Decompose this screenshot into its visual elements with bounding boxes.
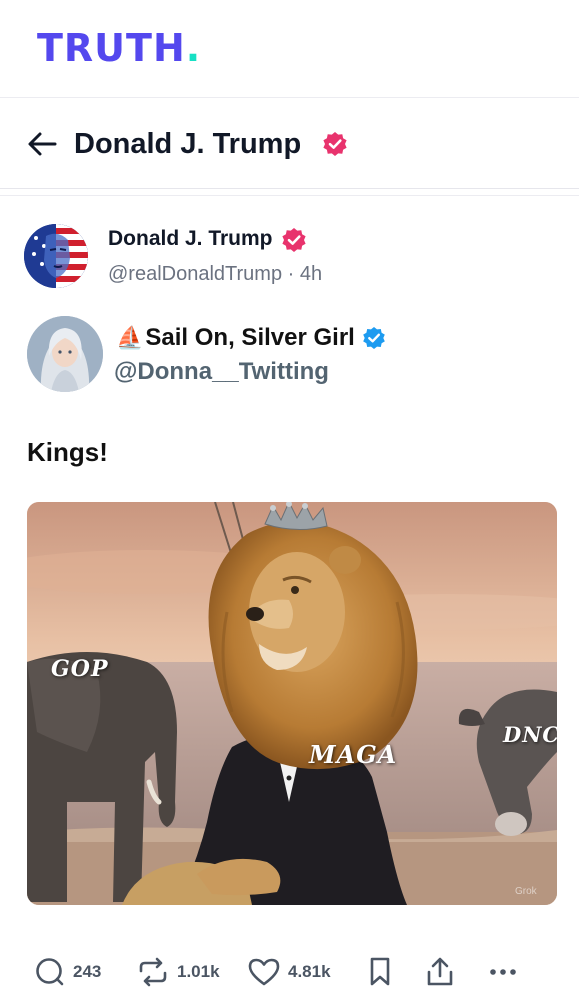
embedded-author-handle: @Donna__Twitting: [114, 358, 329, 385]
author-handle-line: @realDonaldTrump · 4h: [108, 261, 322, 287]
heart-icon: [248, 958, 280, 986]
embedded-author-name: Sail On, Silver Girl: [145, 324, 355, 351]
post-image[interactable]: Grok GOP MAGA DNC: [27, 502, 557, 905]
author-name[interactable]: Donald J. Trump: [108, 226, 273, 252]
author-handle[interactable]: @realDonaldTrump: [108, 263, 282, 285]
more-button[interactable]: [487, 948, 519, 996]
app-screen: TRUTH. Donald J. Trump Donald J. Trump @…: [0, 0, 579, 1000]
retruth-button[interactable]: 1.01k: [136, 948, 220, 996]
meme-label-dnc: DNC: [503, 722, 557, 747]
silver-girl-avatar-image: [27, 316, 103, 392]
post-text: Kings!: [27, 437, 108, 467]
meme-label-gop: GOP: [51, 656, 109, 682]
back-button[interactable]: [22, 127, 62, 161]
comment-icon: [36, 958, 64, 986]
flag-portrait-avatar-image: [24, 224, 88, 288]
reply-count: 243: [73, 962, 102, 981]
embedded-name-row: ⛵ Sail On, Silver Girl: [116, 323, 386, 353]
verified-badge-icon: [323, 132, 347, 156]
share-icon: [427, 957, 453, 986]
bookmark-button[interactable]: [366, 948, 394, 996]
retruth-icon: [139, 957, 167, 987]
meta-separator: ·: [287, 263, 295, 285]
like-count: 4.81k: [288, 962, 331, 981]
post-time[interactable]: 4h: [300, 263, 322, 285]
embedded-post-author: ⛵ Sail On, Silver Girl @Donna__Twitting: [0, 315, 579, 395]
arrow-left-icon: [28, 132, 57, 156]
bookmark-icon: [370, 957, 390, 986]
share-button[interactable]: [424, 948, 456, 996]
more-icon: [490, 969, 516, 975]
logo-dot: .: [185, 26, 202, 70]
action-bar: 243 1.01k 4.81k: [0, 948, 579, 996]
avatar[interactable]: [24, 224, 88, 288]
truth-logo[interactable]: TRUTH.: [37, 26, 201, 70]
verified-badge-icon: [282, 228, 306, 252]
header-divider: [0, 190, 579, 196]
like-button[interactable]: 4.81k: [247, 948, 331, 996]
meme-watermark: Grok: [515, 886, 538, 897]
embedded-avatar: [27, 316, 103, 392]
meme-label-maga: MAGA: [309, 740, 398, 769]
lion-meme-illustration: Grok: [27, 502, 557, 905]
reply-button[interactable]: 243: [34, 948, 101, 996]
profile-header: Donald J. Trump: [0, 99, 579, 189]
blue-check-badge-icon: [363, 327, 385, 349]
sailboat-emoji-icon: ⛵: [116, 325, 144, 350]
brand-bar: TRUTH.: [0, 0, 579, 98]
page-title: Donald J. Trump: [74, 128, 302, 160]
logo-text: TRUTH: [37, 26, 186, 70]
retruth-count: 1.01k: [177, 962, 220, 981]
post-author: Donald J. Trump @realDonaldTrump · 4h: [0, 214, 579, 294]
